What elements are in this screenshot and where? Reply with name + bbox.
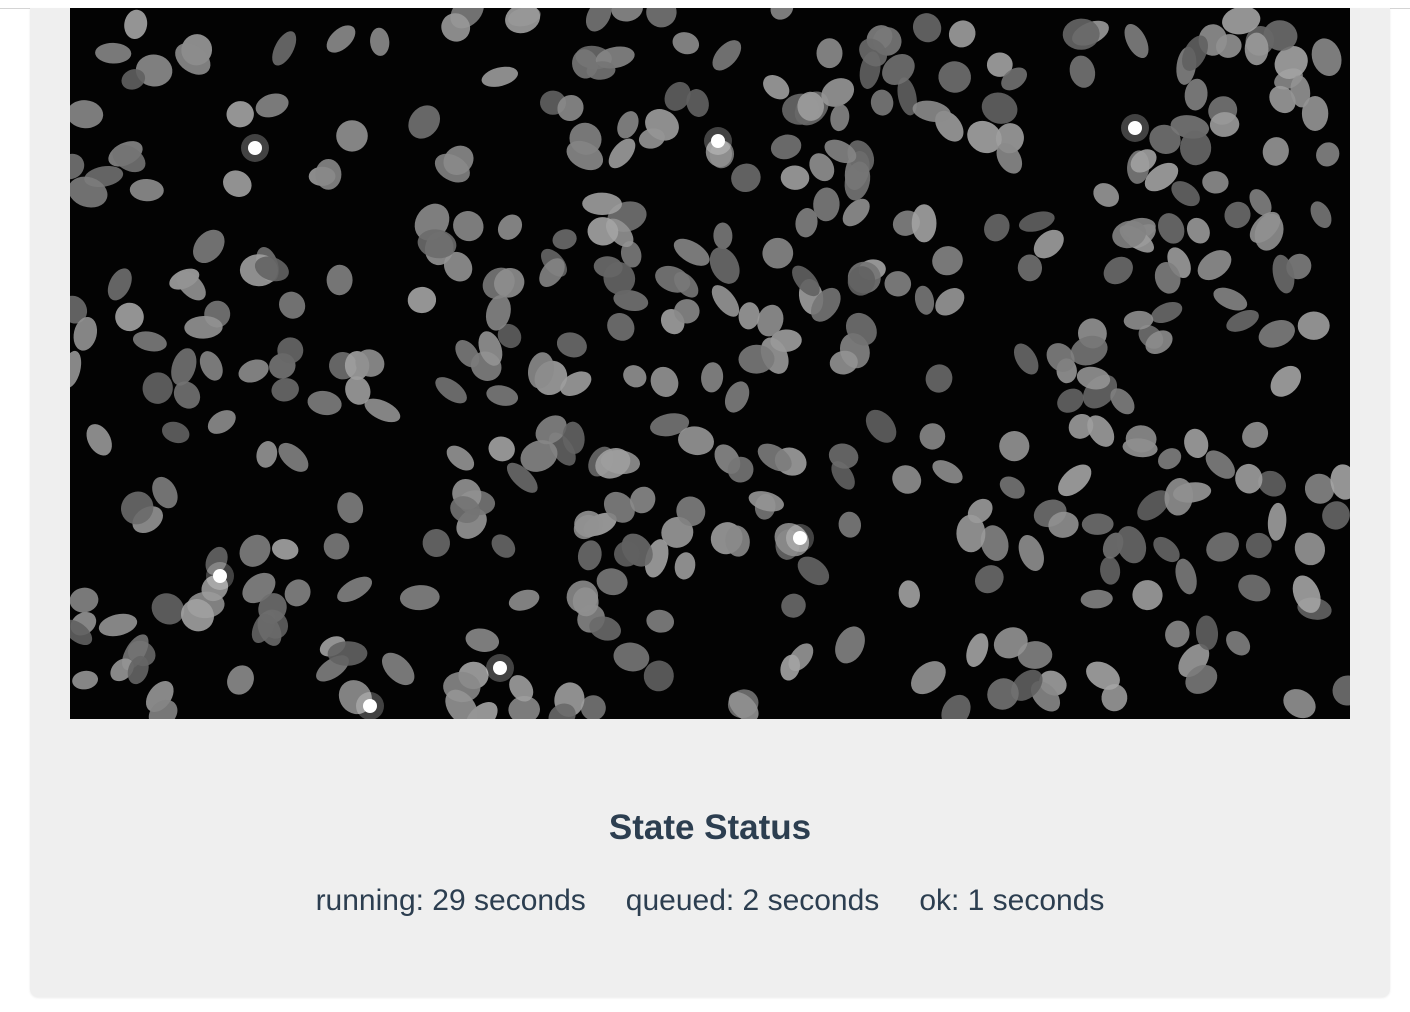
nucleus	[816, 38, 843, 69]
nucleus	[336, 120, 368, 152]
status-queued: queued: 2 seconds	[625, 884, 880, 917]
micrograph-image	[70, 8, 1350, 719]
bright-cell	[363, 699, 377, 713]
nucleus	[1244, 32, 1269, 66]
nucleus	[911, 204, 937, 243]
bright-cell	[493, 661, 507, 675]
status-running: running: 29 seconds	[315, 884, 586, 917]
state-status-title: State Status	[608, 808, 812, 847]
status-ok: ok: 1 seconds	[919, 884, 1105, 917]
nucleus	[315, 159, 342, 190]
job-output-panel: State Status running: 29 seconds queued:…	[30, 8, 1390, 997]
bright-cell	[711, 134, 725, 148]
state-status-list: running: 29 seconds queued: 2 seconds ok…	[30, 884, 1390, 918]
bright-cell	[213, 569, 227, 583]
bright-cell	[248, 141, 262, 155]
bright-cell	[1128, 121, 1142, 135]
bright-cell	[793, 531, 807, 545]
result-image	[70, 8, 1350, 719]
